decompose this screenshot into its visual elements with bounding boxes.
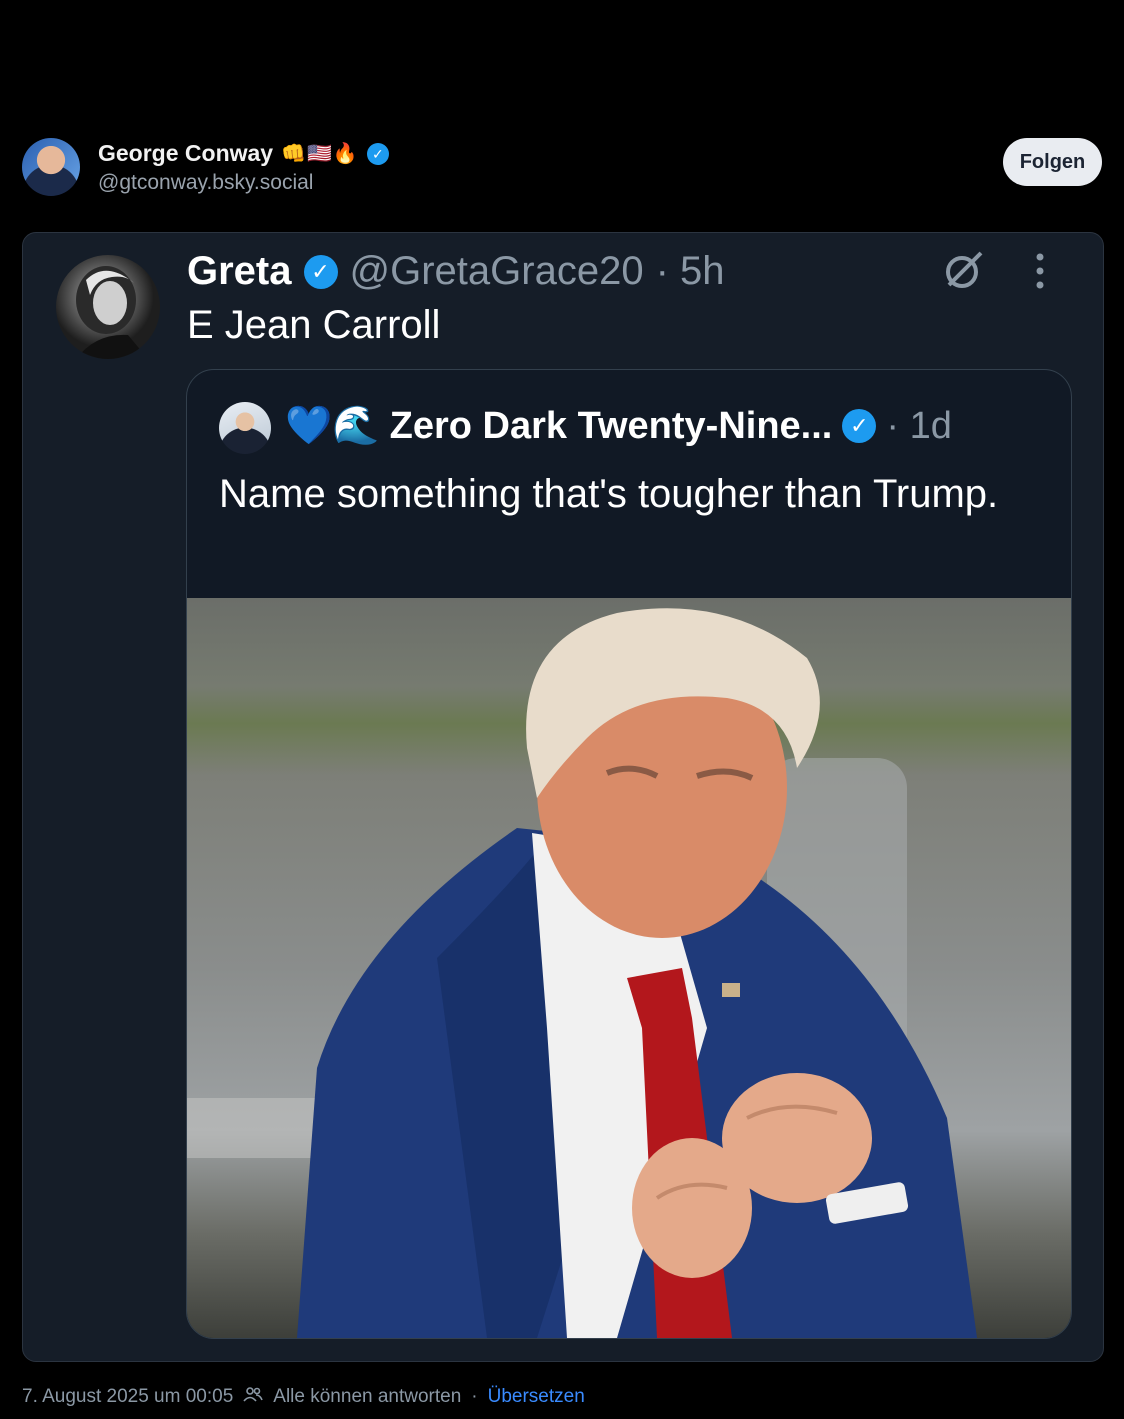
grok-icon [941, 247, 987, 304]
people-icon [243, 1386, 264, 1408]
more-options-icon [1033, 251, 1047, 301]
quoted-author-avatar [219, 402, 271, 454]
translate-link[interactable]: Übersetzen [488, 1386, 585, 1408]
embedded-tweet-image[interactable]: Greta ✓ @GretaGrace20 · 5h E Jean Carrol… [22, 232, 1104, 1362]
tweet-author-handle: @GretaGrace20 [349, 249, 644, 293]
quoted-tweet-header: 💙🌊 Zero Dark Twenty-Nine... ✓ · 1d [285, 404, 952, 448]
quoted-tweet: 💙🌊 Zero Dark Twenty-Nine... ✓ · 1d Name … [186, 369, 1072, 1339]
reply-setting[interactable]: Alle können antworten [273, 1386, 461, 1408]
author-emojis: 👊🇺🇸🔥 [281, 143, 359, 165]
author-handle[interactable]: @gtconway.bsky.social [98, 171, 313, 195]
tweet-text: E Jean Carroll [187, 303, 441, 347]
verified-badge-icon: ✓ [842, 409, 877, 443]
post-header: George Conway 👊🇺🇸🔥 ✓ @gtconway.bsky.soci… [0, 130, 1124, 220]
footer-separator: · [471, 1386, 478, 1407]
tweet-time: · 5h [655, 249, 725, 293]
author-name-line[interactable]: George Conway 👊🇺🇸🔥 ✓ [98, 140, 389, 167]
tweet-author-name: Greta [187, 249, 292, 293]
author-name[interactable]: George Conway [98, 140, 273, 167]
quoted-author-emojis: 💙🌊 [285, 405, 380, 447]
quoted-author-name: Zero Dark Twenty-Nine... [389, 404, 833, 447]
author-avatar[interactable] [22, 138, 80, 196]
post-footer: 7. August 2025 um 00:05 Alle können antw… [22, 1386, 585, 1408]
post-timestamp[interactable]: 7. August 2025 um 00:05 [22, 1386, 233, 1408]
quoted-tweet-time: · 1d [886, 404, 952, 447]
follow-button[interactable]: Folgen [1003, 138, 1102, 186]
tweet-header: Greta ✓ @GretaGrace20 · 5h [187, 249, 725, 294]
quoted-tweet-photo [187, 598, 1071, 1338]
greta-avatar [56, 255, 160, 359]
quoted-tweet-text: Name something that's tougher than Trump… [219, 472, 999, 516]
verified-badge-icon: ✓ [303, 254, 338, 289]
verified-badge-icon: ✓ [366, 142, 389, 165]
